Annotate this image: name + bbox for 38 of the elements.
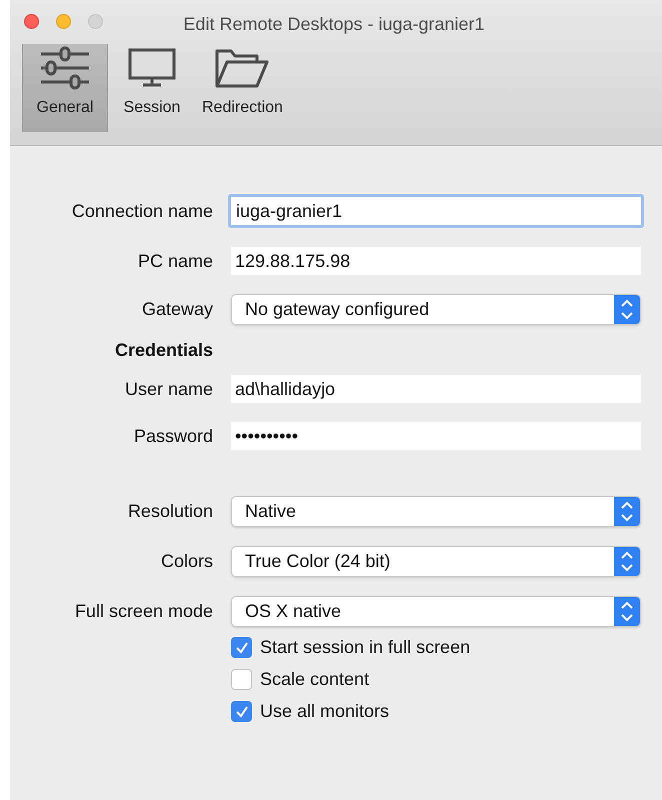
- stepper-icon: [614, 497, 640, 526]
- monitor-icon: [128, 48, 176, 88]
- input-field[interactable]: iuga-granier1: [228, 194, 644, 228]
- dropdown[interactable]: True Color (24 bit): [231, 546, 641, 577]
- input-field[interactable]: ad\hallidayjo: [231, 375, 641, 403]
- checkbox-label: Scale content: [260, 668, 370, 691]
- checkbox-label: Use all monitors: [260, 700, 390, 723]
- field-label: Password: [132, 424, 213, 448]
- section-heading: Credentials: [114, 338, 213, 362]
- checkbox[interactable]: [231, 637, 252, 658]
- folder-icon: [215, 48, 270, 88]
- field-label: User name: [124, 378, 213, 400]
- stepper-icon: [614, 597, 640, 626]
- dropdown[interactable]: OS X native: [231, 596, 641, 627]
- input-field[interactable]: 129.88.175.98: [231, 247, 641, 275]
- field-label: Gateway: [140, 298, 213, 321]
- checkbox[interactable]: [231, 669, 252, 690]
- sliders-icon: [39, 46, 91, 90]
- field-label: Resolution: [126, 500, 213, 523]
- toolbar-tab[interactable]: Redirection: [196, 44, 289, 132]
- window-title: Edit Remote Desktops - iuga-granier1: [183, 12, 485, 36]
- close-button[interactable]: [24, 14, 39, 29]
- minimize-button[interactable]: [56, 14, 71, 29]
- toolbar-tab[interactable]: General: [22, 44, 108, 132]
- field-label: Full screen mode: [74, 600, 213, 623]
- toolbar-tab[interactable]: Session: [114, 44, 190, 132]
- field-label: PC name: [136, 250, 213, 272]
- field-label: Colors: [160, 550, 213, 573]
- stepper-icon: [614, 547, 640, 576]
- stepper-icon: [614, 295, 640, 324]
- checkmark-icon: [234, 704, 248, 718]
- dropdown[interactable]: Native: [231, 496, 641, 527]
- input-field[interactable]: ••••••••••: [231, 422, 641, 450]
- checkmark-icon: [234, 640, 248, 654]
- checkbox[interactable]: [231, 701, 252, 722]
- checkbox-label: Start session in full screen: [260, 636, 470, 659]
- dropdown[interactable]: No gateway configured: [231, 294, 641, 325]
- field-label: Connection name: [70, 200, 213, 222]
